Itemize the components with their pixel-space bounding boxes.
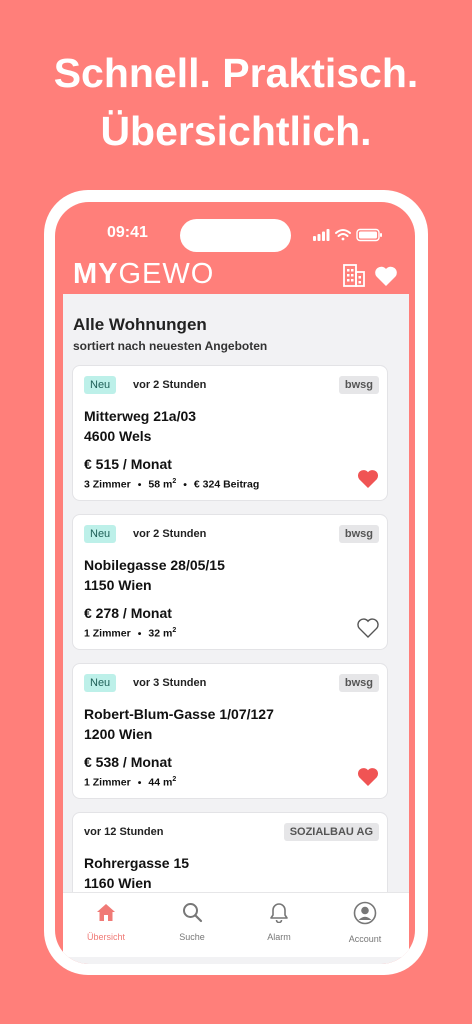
separator-dot: • — [183, 478, 187, 491]
listing-time: vor 2 Stunden — [133, 379, 207, 391]
separator-dot: • — [137, 776, 142, 789]
app-logo: MYGEWO — [73, 258, 214, 291]
battery-icon — [356, 228, 382, 242]
headline: Schnell. Praktisch. Übersichtlich. — [0, 44, 472, 160]
listing-card[interactable]: Neu vor 3 Stunden bwsg Robert-Blum-Gasse… — [72, 663, 388, 799]
logo-bold: MY — [73, 258, 119, 290]
listing-size: 32 m — [148, 627, 173, 640]
tab-bar: Übersicht Suche Alarm Account — [63, 892, 409, 957]
favorite-heart-filled-icon[interactable] — [357, 469, 379, 489]
listing-extra: € 324 Beitrag — [193, 478, 260, 491]
sort-subtitle: sortiert nach neuesten Angeboten — [73, 339, 268, 353]
listing-street: Nobilegasse 28/05/15 — [84, 557, 225, 573]
listing-price: € 515 / Monat — [84, 456, 172, 472]
separator-dot: • — [137, 478, 142, 491]
status-icons — [313, 228, 385, 247]
tab-label: Alarm — [267, 932, 291, 942]
listing-street: Mitterweg 21a/03 — [84, 408, 197, 424]
wifi-icon — [335, 229, 351, 241]
badge-new: Neu — [84, 376, 117, 394]
headline-line-1: Schnell. Praktisch. — [53, 50, 419, 96]
listing-rooms: 3 Zimmer — [84, 478, 131, 491]
listing-rooms: 1 Zimmer — [84, 776, 131, 789]
listing-address: Robert-Blum-Gasse 1/07/127 1200 Wien — [84, 704, 274, 744]
size-unit-sup: 2 — [172, 776, 177, 783]
size-unit-sup: 2 — [172, 478, 177, 485]
listing-card[interactable]: Neu vor 2 Stunden bwsg Mitterweg 21a/03 … — [72, 365, 388, 501]
listing-time: vor 12 Stunden — [84, 826, 164, 838]
building-icon — [343, 264, 365, 287]
listing-size: 44 m — [148, 776, 173, 789]
listing-rooms: 1 Zimmer — [84, 627, 131, 640]
headline-line-2: Übersichtlich. — [100, 108, 372, 154]
size-unit-sup: 2 — [172, 627, 177, 634]
status-time: 09:41 — [107, 224, 148, 241]
listing-size: 58 m — [148, 478, 173, 491]
logo-light: GEWO — [118, 258, 215, 290]
tab-label: Übersicht — [86, 932, 125, 942]
search-icon — [183, 903, 203, 923]
listing-card[interactable]: Neu vor 2 Stunden bwsg Nobilegasse 28/05… — [72, 514, 388, 650]
account-icon — [353, 901, 377, 925]
header-icons — [342, 262, 402, 293]
phone-screen: 09:41 MYGEWO Alle Wohnungen sortiert nac… — [55, 202, 415, 964]
tab-label: Suche — [179, 932, 205, 942]
listing-address: Rohrergasse 15 1160 Wien — [84, 853, 189, 893]
provider-badge: bwsg — [338, 525, 379, 543]
badge-new: Neu — [84, 674, 117, 692]
tab-alarm[interactable]: Alarm — [236, 901, 322, 942]
page-title: Alle Wohnungen — [73, 315, 207, 334]
listing-city: 1200 Wien — [84, 726, 153, 742]
content-area[interactable]: Alle Wohnungen sortiert nach neuesten An… — [63, 294, 409, 964]
favorite-heart-outline-icon[interactable] — [357, 618, 379, 638]
badge-new: Neu — [84, 525, 117, 543]
listing-price: € 538 / Monat — [84, 754, 172, 770]
favorite-heart-filled-icon[interactable] — [357, 767, 379, 787]
listing-details: 1 Zimmer • 44 m2 — [84, 776, 176, 789]
listing-details: 3 Zimmer • 58 m2 • € 324 Beitrag — [84, 478, 259, 491]
tab-suche[interactable]: Suche — [149, 901, 235, 942]
listing-city: 1150 Wien — [84, 577, 152, 593]
separator-dot: • — [137, 627, 142, 640]
provider-badge: SOZIALBAU AG — [283, 823, 379, 841]
bell-icon — [270, 903, 288, 924]
listing-time: vor 3 Stunden — [133, 677, 207, 689]
listing-address: Mitterweg 21a/03 4600 Wels — [84, 406, 196, 446]
home-icon — [97, 904, 115, 921]
listing-address: Nobilegasse 28/05/15 1150 Wien — [84, 555, 225, 595]
listing-street: Rohrergasse 15 — [84, 855, 190, 871]
listing-details: 1 Zimmer • 32 m2 — [84, 627, 176, 640]
heart-icon — [375, 266, 397, 286]
dynamic-island — [180, 219, 291, 252]
listing-city: 4600 Wels — [84, 428, 152, 444]
tab-uebersicht[interactable]: Übersicht — [63, 901, 149, 942]
tab-label: Account — [348, 934, 382, 944]
signal-icon — [313, 229, 330, 241]
provider-badge: bwsg — [338, 674, 379, 692]
listing-street: Robert-Blum-Gasse 1/07/127 — [84, 706, 274, 722]
listing-time: vor 2 Stunden — [133, 528, 207, 540]
provider-badge: bwsg — [338, 376, 379, 394]
listing-price: € 278 / Monat — [84, 605, 172, 621]
tab-account[interactable]: Account — [322, 901, 408, 944]
listing-city: 1160 Wien — [84, 875, 152, 891]
